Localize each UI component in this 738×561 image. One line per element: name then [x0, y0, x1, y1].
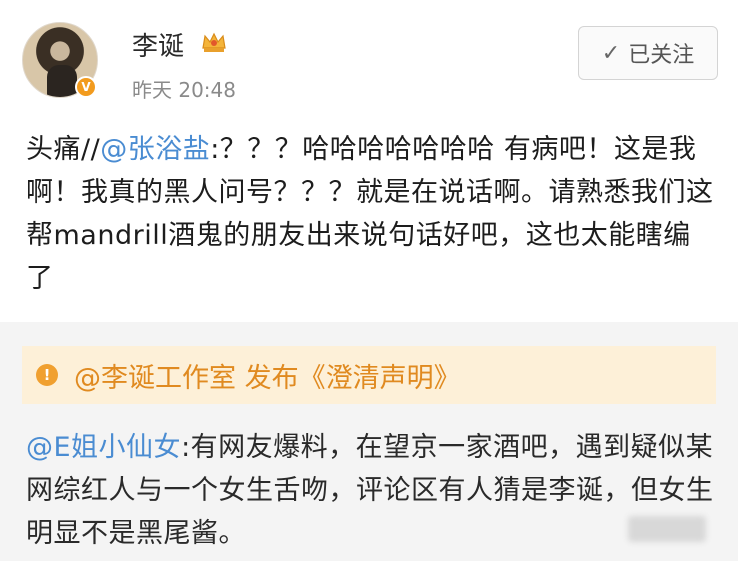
weibo-post-card: V 李诞 昨天 20:48 ✓ 已关注 头痛//@张浴盐:？？？哈哈哈哈哈哈哈 … — [0, 0, 738, 561]
repost-mention-link[interactable]: @E姐小仙女 — [26, 432, 181, 463]
alert-icon: ! — [36, 364, 58, 386]
announcement-text: @李诞工作室 发布《澄清声明》 — [74, 362, 461, 394]
follow-label: 已关注 — [628, 43, 695, 68]
crown-icon — [202, 32, 226, 52]
blurred-watermark — [628, 516, 706, 542]
username[interactable]: 李诞 — [132, 26, 184, 63]
repost-text: @E姐小仙女:有网友爆料，在望京一家酒吧，遇到疑似某网综红人与一个女生舌吻，评论… — [26, 426, 716, 555]
follow-button[interactable]: ✓ 已关注 — [578, 26, 718, 80]
post-timestamp: 昨天 20:48 — [132, 78, 236, 102]
verified-badge-icon: V — [75, 76, 97, 98]
avatar-figure — [47, 65, 77, 97]
check-icon: ✓ — [601, 40, 621, 66]
post-prefix: 头痛// — [26, 134, 101, 165]
announcement-banner[interactable]: ! @李诞工作室 发布《澄清声明》 — [22, 346, 716, 404]
mention-link[interactable]: @张浴盐 — [100, 134, 210, 165]
post-text: 头痛//@张浴盐:？？？哈哈哈哈哈哈哈 有病吧！这是我啊！我真的黑人问号？？？就… — [26, 128, 716, 300]
